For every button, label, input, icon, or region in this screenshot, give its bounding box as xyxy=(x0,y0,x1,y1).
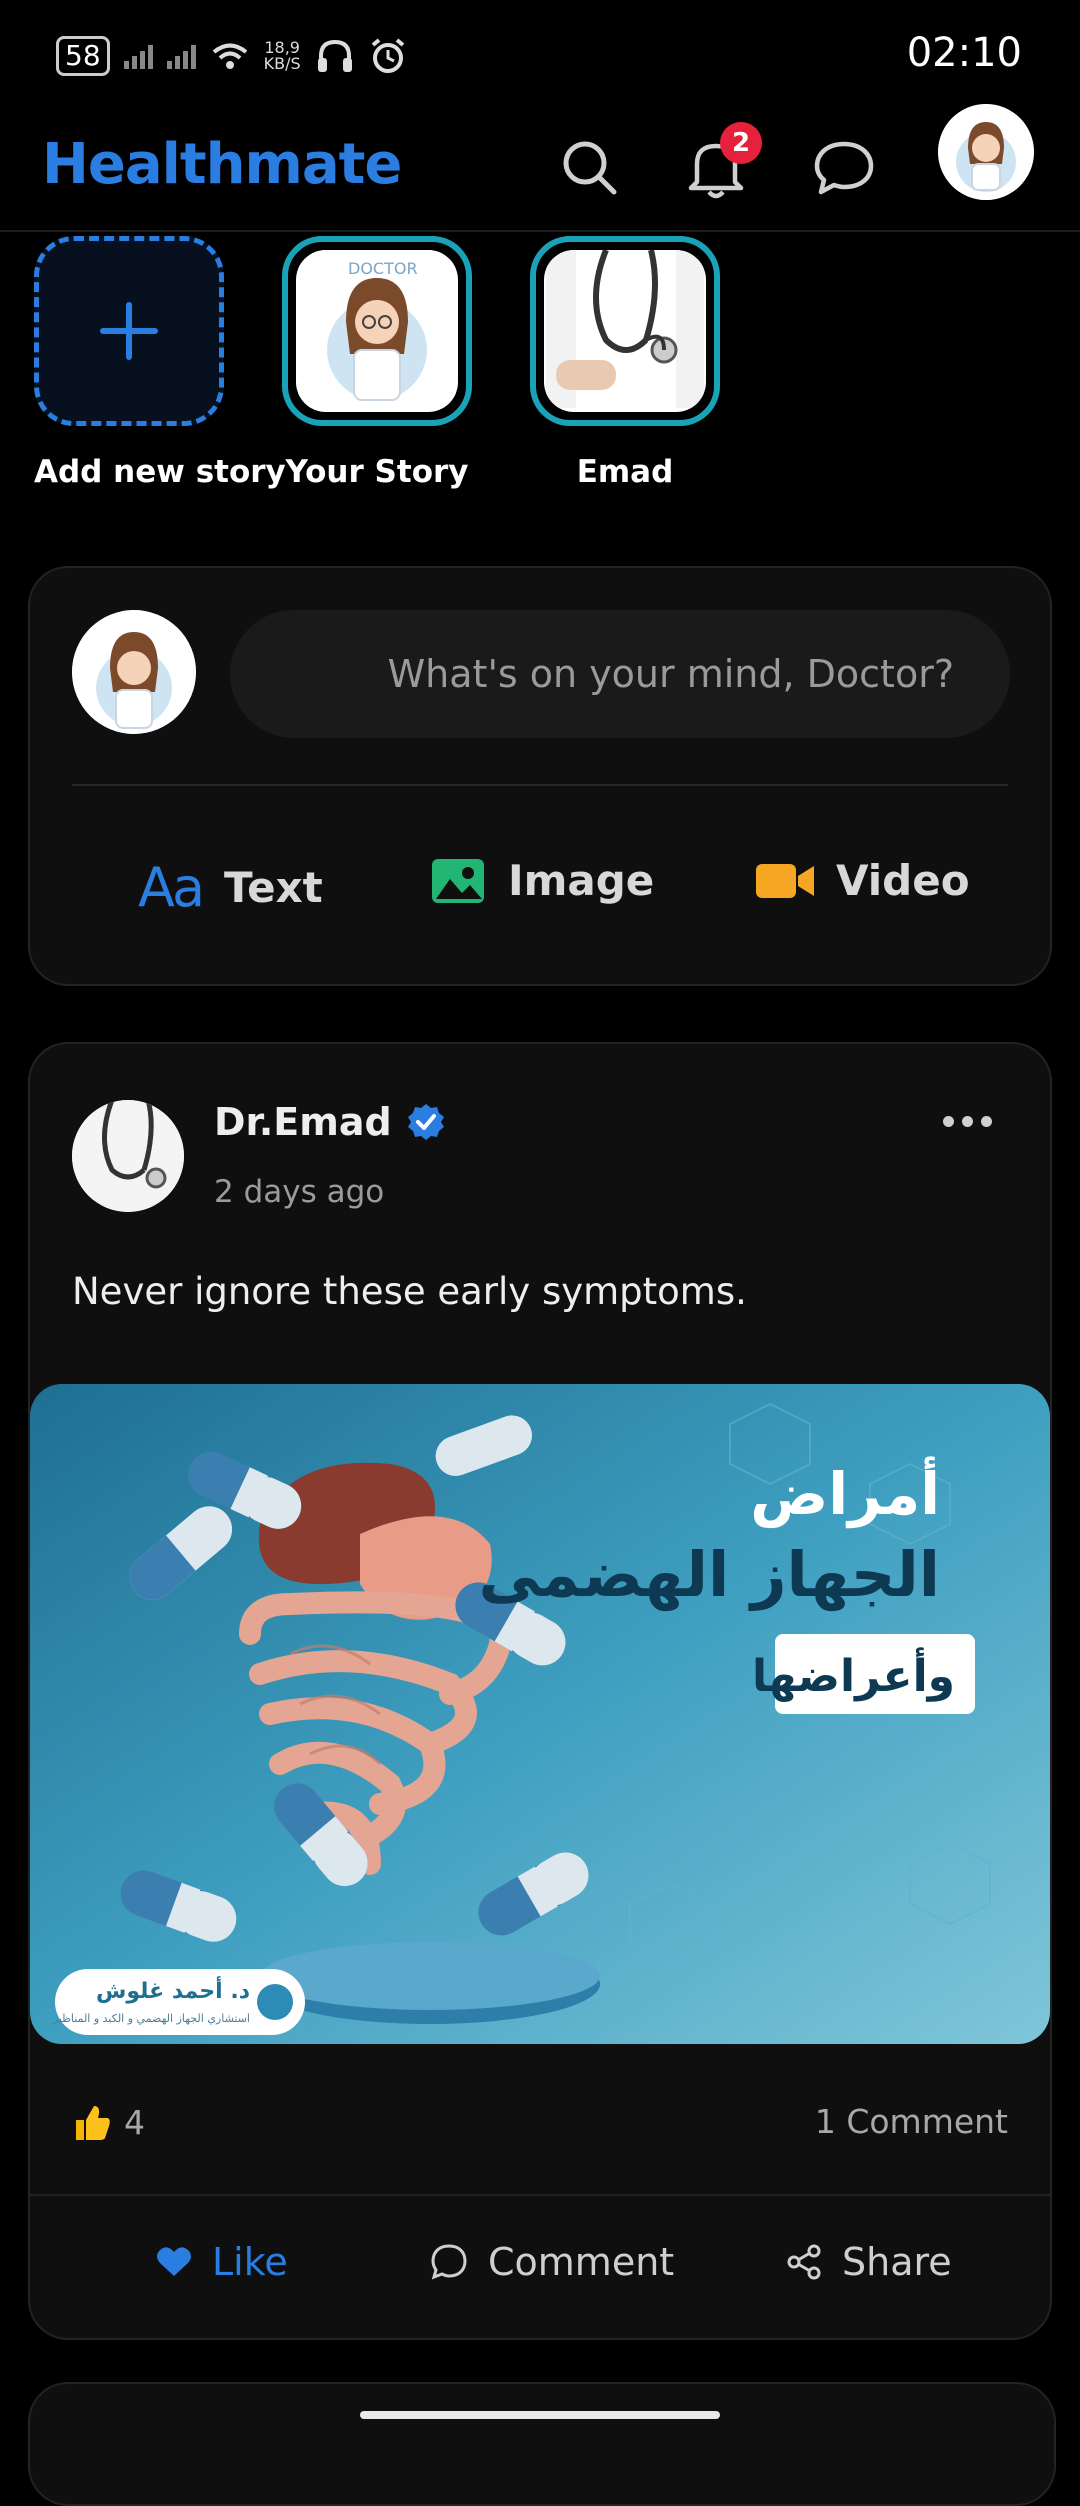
verified-badge-icon xyxy=(407,1104,444,1140)
video-post-button[interactable]: Video xyxy=(756,856,970,905)
plus-icon xyxy=(100,302,158,360)
doctor-story-image: DOCTOR xyxy=(298,250,456,408)
svg-text:DOCTOR: DOCTOR xyxy=(348,259,418,278)
image-post-label: Image xyxy=(508,856,655,905)
text-post-label: Text xyxy=(224,863,323,912)
signal-icon xyxy=(166,43,196,69)
image-post-button[interactable]: Image xyxy=(430,856,654,905)
author-name: Dr.Emad xyxy=(214,1100,392,1144)
story-label: Emad xyxy=(576,454,674,490)
heart-icon xyxy=(157,2247,191,2276)
thumbs-up-icon xyxy=(76,2106,110,2140)
post-input[interactable]: What's on your mind, Doctor? xyxy=(230,610,1010,738)
author-avatar[interactable] xyxy=(72,1100,184,1212)
share-button[interactable]: Share xyxy=(786,2240,952,2284)
video-post-label: Video xyxy=(836,856,970,905)
text-post-button[interactable]: Aa Text xyxy=(138,856,323,919)
messages-button[interactable] xyxy=(804,128,884,208)
share-label: Share xyxy=(842,2240,952,2284)
stethoscope-story-image xyxy=(546,250,704,408)
share-icon xyxy=(787,2244,821,2280)
post-stats: 4 1 Comment xyxy=(72,2102,1008,2142)
comment-label: Comment xyxy=(488,2240,675,2284)
notifications-button[interactable]: 2 xyxy=(676,122,762,208)
add-story-button[interactable]: Add new story xyxy=(34,236,286,490)
notification-badge: 2 xyxy=(720,122,762,164)
post-actions: Like Comment Share xyxy=(30,2240,1050,2310)
battery-indicator: 58 xyxy=(56,36,110,76)
app-header: Healthmate 2 xyxy=(0,104,1080,232)
post-text: Never ignore these early symptoms. xyxy=(72,1270,747,1313)
post-composer: What's on your mind, Doctor? Aa Text Ima… xyxy=(28,566,1052,986)
profile-avatar[interactable] xyxy=(938,104,1034,200)
headphones-icon xyxy=(317,39,352,72)
clock: 02:10 xyxy=(906,30,1022,76)
more-options-icon[interactable] xyxy=(943,1116,992,1127)
text-format-icon: Aa xyxy=(138,856,205,919)
next-post-card xyxy=(28,2382,1056,2506)
post-card: Dr.Emad 2 days ago Never ignore these ea… xyxy=(28,1042,1052,2340)
digestive-system-illustration: أمراض الجهاز الهضمى وأعراضها د. أحمد غلو… xyxy=(30,1384,1050,2044)
story-label: Add new story xyxy=(34,454,286,490)
search-button[interactable] xyxy=(550,128,630,208)
image-icon xyxy=(432,858,484,903)
likes-count[interactable]: 4 xyxy=(72,2102,145,2142)
comment-icon xyxy=(431,2244,467,2280)
divider xyxy=(30,2194,1050,2196)
app-logo: Healthmate xyxy=(42,132,402,197)
status-bar: 58 18,9 KB/S 02:10 xyxy=(0,0,1080,110)
story-your-story[interactable]: DOCTOR Your Story xyxy=(282,236,472,490)
alarm-icon xyxy=(371,38,404,73)
image-title-line3: وأعراضها xyxy=(752,1647,955,1702)
stories-row: Add new story DOCTOR Your Story Emad xyxy=(0,232,1080,502)
story-label: Your Story xyxy=(285,454,469,490)
video-camera-icon xyxy=(756,863,814,898)
doctor-avatar-image xyxy=(72,610,196,734)
image-title-line1: أمراض xyxy=(750,1456,940,1529)
composer-avatar xyxy=(72,610,196,734)
story-emad[interactable]: Emad xyxy=(530,236,720,490)
post-timestamp: 2 days ago xyxy=(214,1174,385,1210)
post-image[interactable]: أمراض الجهاز الهضمى وأعراضها د. أحمد غلو… xyxy=(30,1384,1050,2044)
image-logo-name: د. أحمد غلوش xyxy=(96,1975,250,2004)
like-label: Like xyxy=(212,2240,288,2284)
home-indicator[interactable] xyxy=(360,2411,720,2419)
post-author[interactable]: Dr.Emad xyxy=(214,1100,446,1144)
doctor-avatar-image xyxy=(938,104,1034,200)
like-button[interactable]: Like xyxy=(156,2240,288,2284)
search-icon xyxy=(563,141,617,195)
comments-count[interactable]: 1 Comment xyxy=(815,2102,1008,2142)
net-speed: 18,9 KB/S xyxy=(263,38,301,73)
stethoscope-avatar-image xyxy=(72,1100,184,1212)
comment-button[interactable]: Comment xyxy=(430,2240,674,2284)
signal-icon xyxy=(123,43,153,69)
chat-icon xyxy=(814,141,874,195)
image-logo-subtitle: استشاري الجهاز الهضمي و الكبد و المناظير xyxy=(52,2012,250,2025)
wifi-icon xyxy=(212,43,247,69)
image-title-line2: الجهاز الهضمى xyxy=(478,1538,940,1611)
add-story-tile[interactable] xyxy=(34,236,224,426)
composer-actions: Aa Text Image Video xyxy=(30,786,1050,986)
